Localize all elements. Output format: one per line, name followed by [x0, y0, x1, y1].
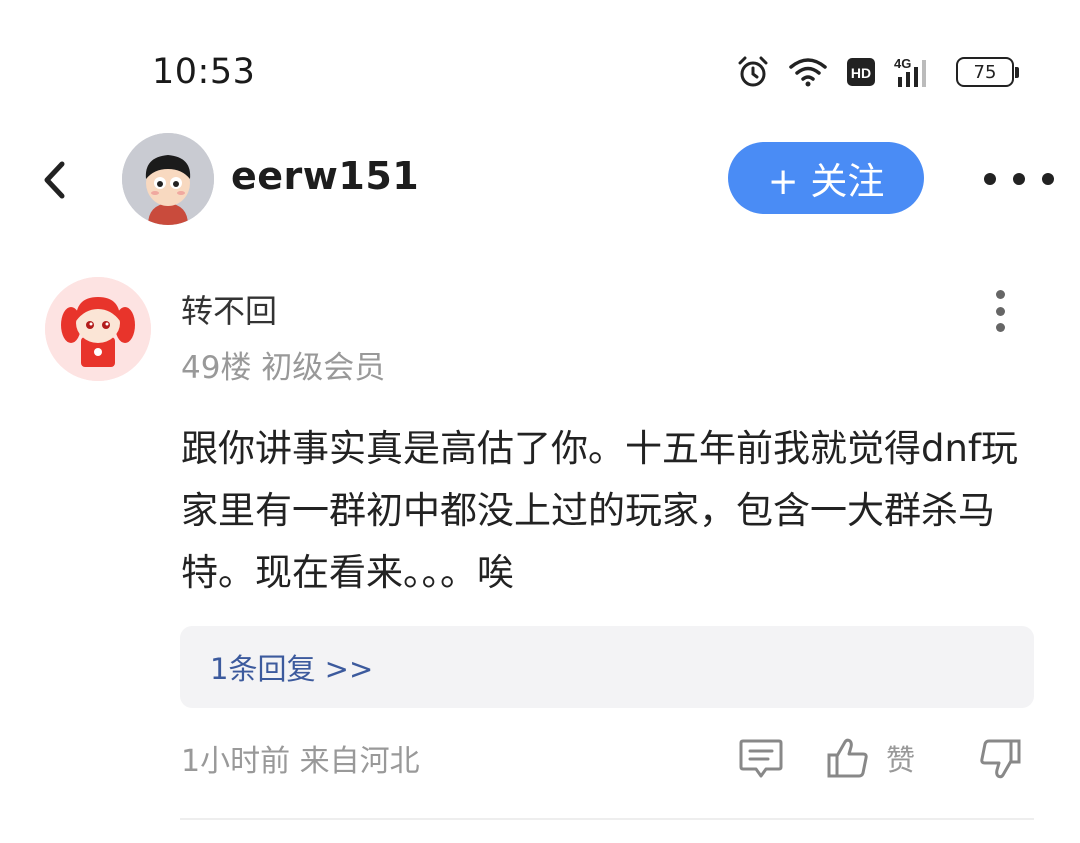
dot-icon [1042, 173, 1054, 185]
status-bar: 10:53 HD 4G 75 [0, 0, 1080, 130]
wifi-icon [789, 58, 827, 87]
reply-link-label: 1条回复 >> [210, 652, 374, 686]
post-content: 跟你讲事实真是高估了你。十五年前我就觉得dnf玩家里有一群初中都没上过的玩家，包… [181, 427, 1018, 594]
battery-indicator: 75 [956, 57, 1019, 87]
post-author-name[interactable]: 转不回 [181, 286, 277, 332]
dot-icon [995, 290, 1005, 299]
divider [180, 818, 1034, 820]
header: eerw151 + 关注 [0, 130, 1080, 230]
4g-signal-icon: 4G [894, 56, 926, 87]
chevron-left-icon [44, 161, 65, 199]
alarm-icon [738, 56, 768, 87]
avatar[interactable] [122, 133, 214, 225]
dot-icon [1013, 173, 1025, 185]
like-label: 赞 [886, 743, 916, 777]
comment-icon [739, 739, 783, 778]
post-menu-button[interactable] [986, 290, 1014, 332]
dot-icon [984, 173, 996, 185]
comment-button[interactable] [738, 737, 784, 781]
status-time: 10:53 [152, 52, 256, 92]
header-username[interactable]: eerw151 [231, 154, 419, 198]
post-footer: 1小时前 来自河北 [181, 744, 420, 779]
status-icons: HD 4G 75 [736, 52, 1019, 92]
cartoon-avatar-icon [122, 133, 214, 225]
hd-icon: HD [847, 58, 875, 86]
red-girl-avatar-icon [45, 277, 151, 381]
reply-link[interactable]: 1条回复 >> [180, 626, 1034, 708]
svg-text:HD: HD [851, 65, 871, 81]
thumbs-up-icon [827, 738, 868, 778]
more-options-button[interactable] [984, 154, 1054, 204]
battery-level: 75 [973, 61, 997, 83]
like-button[interactable]: 赞 [826, 735, 915, 781]
dot-icon [995, 323, 1005, 332]
post-author-avatar[interactable] [45, 277, 151, 381]
dot-icon [995, 306, 1005, 316]
post-meta: 49楼 初级会员 [181, 350, 386, 386]
follow-button[interactable]: + 关注 [728, 142, 924, 214]
thumbs-down-icon [980, 739, 1021, 779]
dislike-button[interactable] [976, 737, 1022, 781]
svg-text:4G: 4G [894, 56, 911, 71]
back-button[interactable] [30, 152, 78, 208]
